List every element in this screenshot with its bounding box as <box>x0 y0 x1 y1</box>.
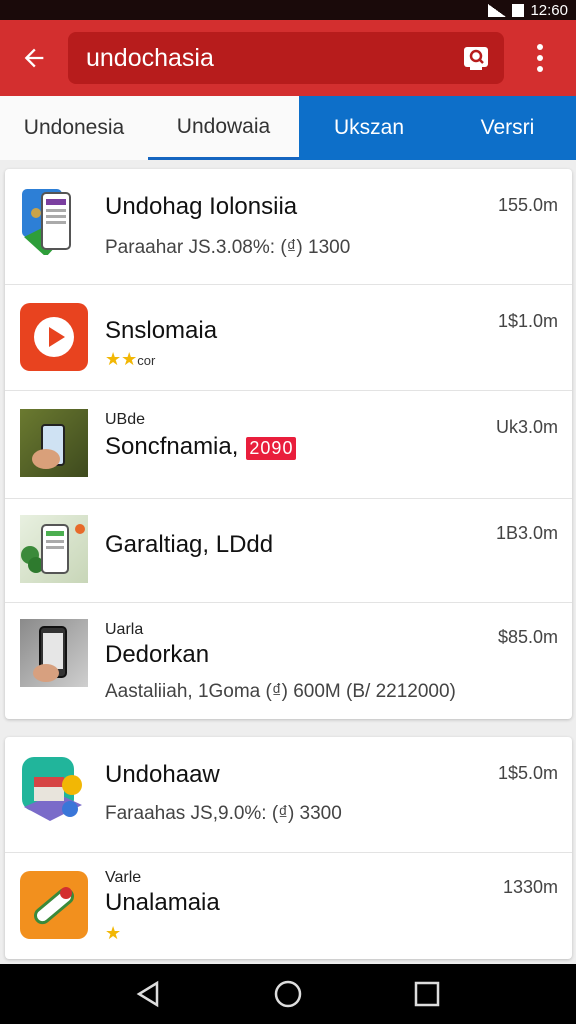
more-options-button[interactable] <box>504 20 576 96</box>
back-button[interactable] <box>0 20 68 96</box>
app-icon <box>20 871 88 939</box>
app-size: 1B3.0m <box>495 523 558 543</box>
star-icon: ★★ <box>105 349 138 369</box>
nav-recents-button[interactable] <box>397 964 457 1024</box>
signal-icon <box>488 3 507 17</box>
search-input[interactable]: undochasia <box>86 44 448 73</box>
arrow-left-icon <box>24 48 44 68</box>
app-icon <box>20 755 88 823</box>
app-thumbnail <box>20 515 88 583</box>
app-title: Undohag Iolonsiia <box>105 193 298 220</box>
app-bar: undochasia <box>0 20 576 96</box>
square-recents-icon <box>414 981 439 1007</box>
nav-back-button[interactable] <box>119 964 179 1024</box>
app-overline: UBde <box>105 411 146 428</box>
list-item[interactable]: Undohag Iolonsiia Paraahar JS.3.08%: (₫)… <box>5 169 572 285</box>
app-title: Snslomaia <box>105 317 218 344</box>
status-time: 12:60 <box>530 1 568 19</box>
app-thumbnail <box>20 619 88 687</box>
search-bar[interactable]: undochasia <box>68 32 504 84</box>
list-item[interactable]: Varle Unalamaia ★ 1330m <box>5 853 572 959</box>
tab-undowaia[interactable]: Undowaia <box>148 96 299 160</box>
tab-undonesia[interactable]: Undonesia <box>0 96 148 160</box>
app-title-wrap: Soncfnamia, 2090 <box>105 433 297 461</box>
search-icon <box>464 47 488 70</box>
circle-home-icon <box>274 980 302 1008</box>
app-size: 1330m <box>502 877 558 897</box>
rating-text: cor <box>137 353 156 368</box>
system-nav-bar <box>0 964 576 1024</box>
app-title: Undohaaw <box>105 761 220 788</box>
search-button[interactable] <box>448 32 504 84</box>
app-thumbnail <box>20 409 88 477</box>
app-title: Unalamaia <box>105 889 220 916</box>
app-overline: Uarla <box>105 621 144 638</box>
list-item[interactable]: Garaltiag, LDdd 1B3.0m <box>5 499 572 603</box>
app-list-card: Undohag Iolonsiia Paraahar JS.3.08%: (₫)… <box>5 169 572 719</box>
tab-versri[interactable]: Versri <box>439 96 576 160</box>
tab-ukszan[interactable]: Ukszan <box>299 96 439 160</box>
app-subtitle: Aastaliiah, 1Goma (₫) 600M (B/ 2212000) <box>105 681 456 702</box>
app-title: Garaltiag, LDdd <box>105 531 274 558</box>
app-size: $85.0m <box>497 627 558 647</box>
app-subtitle: Faraahas JS,9.0%: (₫) 3300 <box>105 803 342 824</box>
app-list-card: Undohaaw Faraahas JS,9.0%: (₫) 3300 1$5.… <box>5 737 572 959</box>
app-overline: Varle <box>105 869 142 886</box>
status-bar: 12:60 <box>0 0 576 20</box>
app-icon <box>20 187 88 255</box>
list-item[interactable]: Uarla Dedorkan Aastaliiah, 1Goma (₫) 600… <box>5 603 572 719</box>
app-subtitle: Paraahar JS.3.08%: (₫) 1300 <box>105 237 351 258</box>
list-item[interactable]: UBde Soncfnamia, 2090 Uk3.0m <box>5 391 572 499</box>
list-item[interactable]: Undohaaw Faraahas JS,9.0%: (₫) 3300 1$5.… <box>5 737 572 853</box>
app-icon <box>20 303 88 371</box>
price-badge: 2090 <box>246 437 297 460</box>
app-title: Soncfnamia, <box>105 433 239 460</box>
list-item[interactable]: Snslomaia ★★cor 1$1.0m <box>5 285 572 391</box>
more-vert-icon <box>537 44 543 72</box>
app-title: Dedorkan <box>105 641 210 668</box>
nav-home-button[interactable] <box>258 964 318 1024</box>
battery-icon <box>512 3 525 17</box>
triangle-back-icon <box>136 980 159 1008</box>
app-size: 155.0m <box>497 195 558 215</box>
star-rating: ★★cor <box>105 349 155 370</box>
app-size: Uk3.0m <box>495 417 558 437</box>
tab-bar: Undonesia Undowaia Ukszan Versri <box>0 96 576 160</box>
star-icon: ★ <box>105 923 122 943</box>
app-size: 1$1.0m <box>497 311 558 331</box>
app-size: 1$5.0m <box>497 763 558 783</box>
